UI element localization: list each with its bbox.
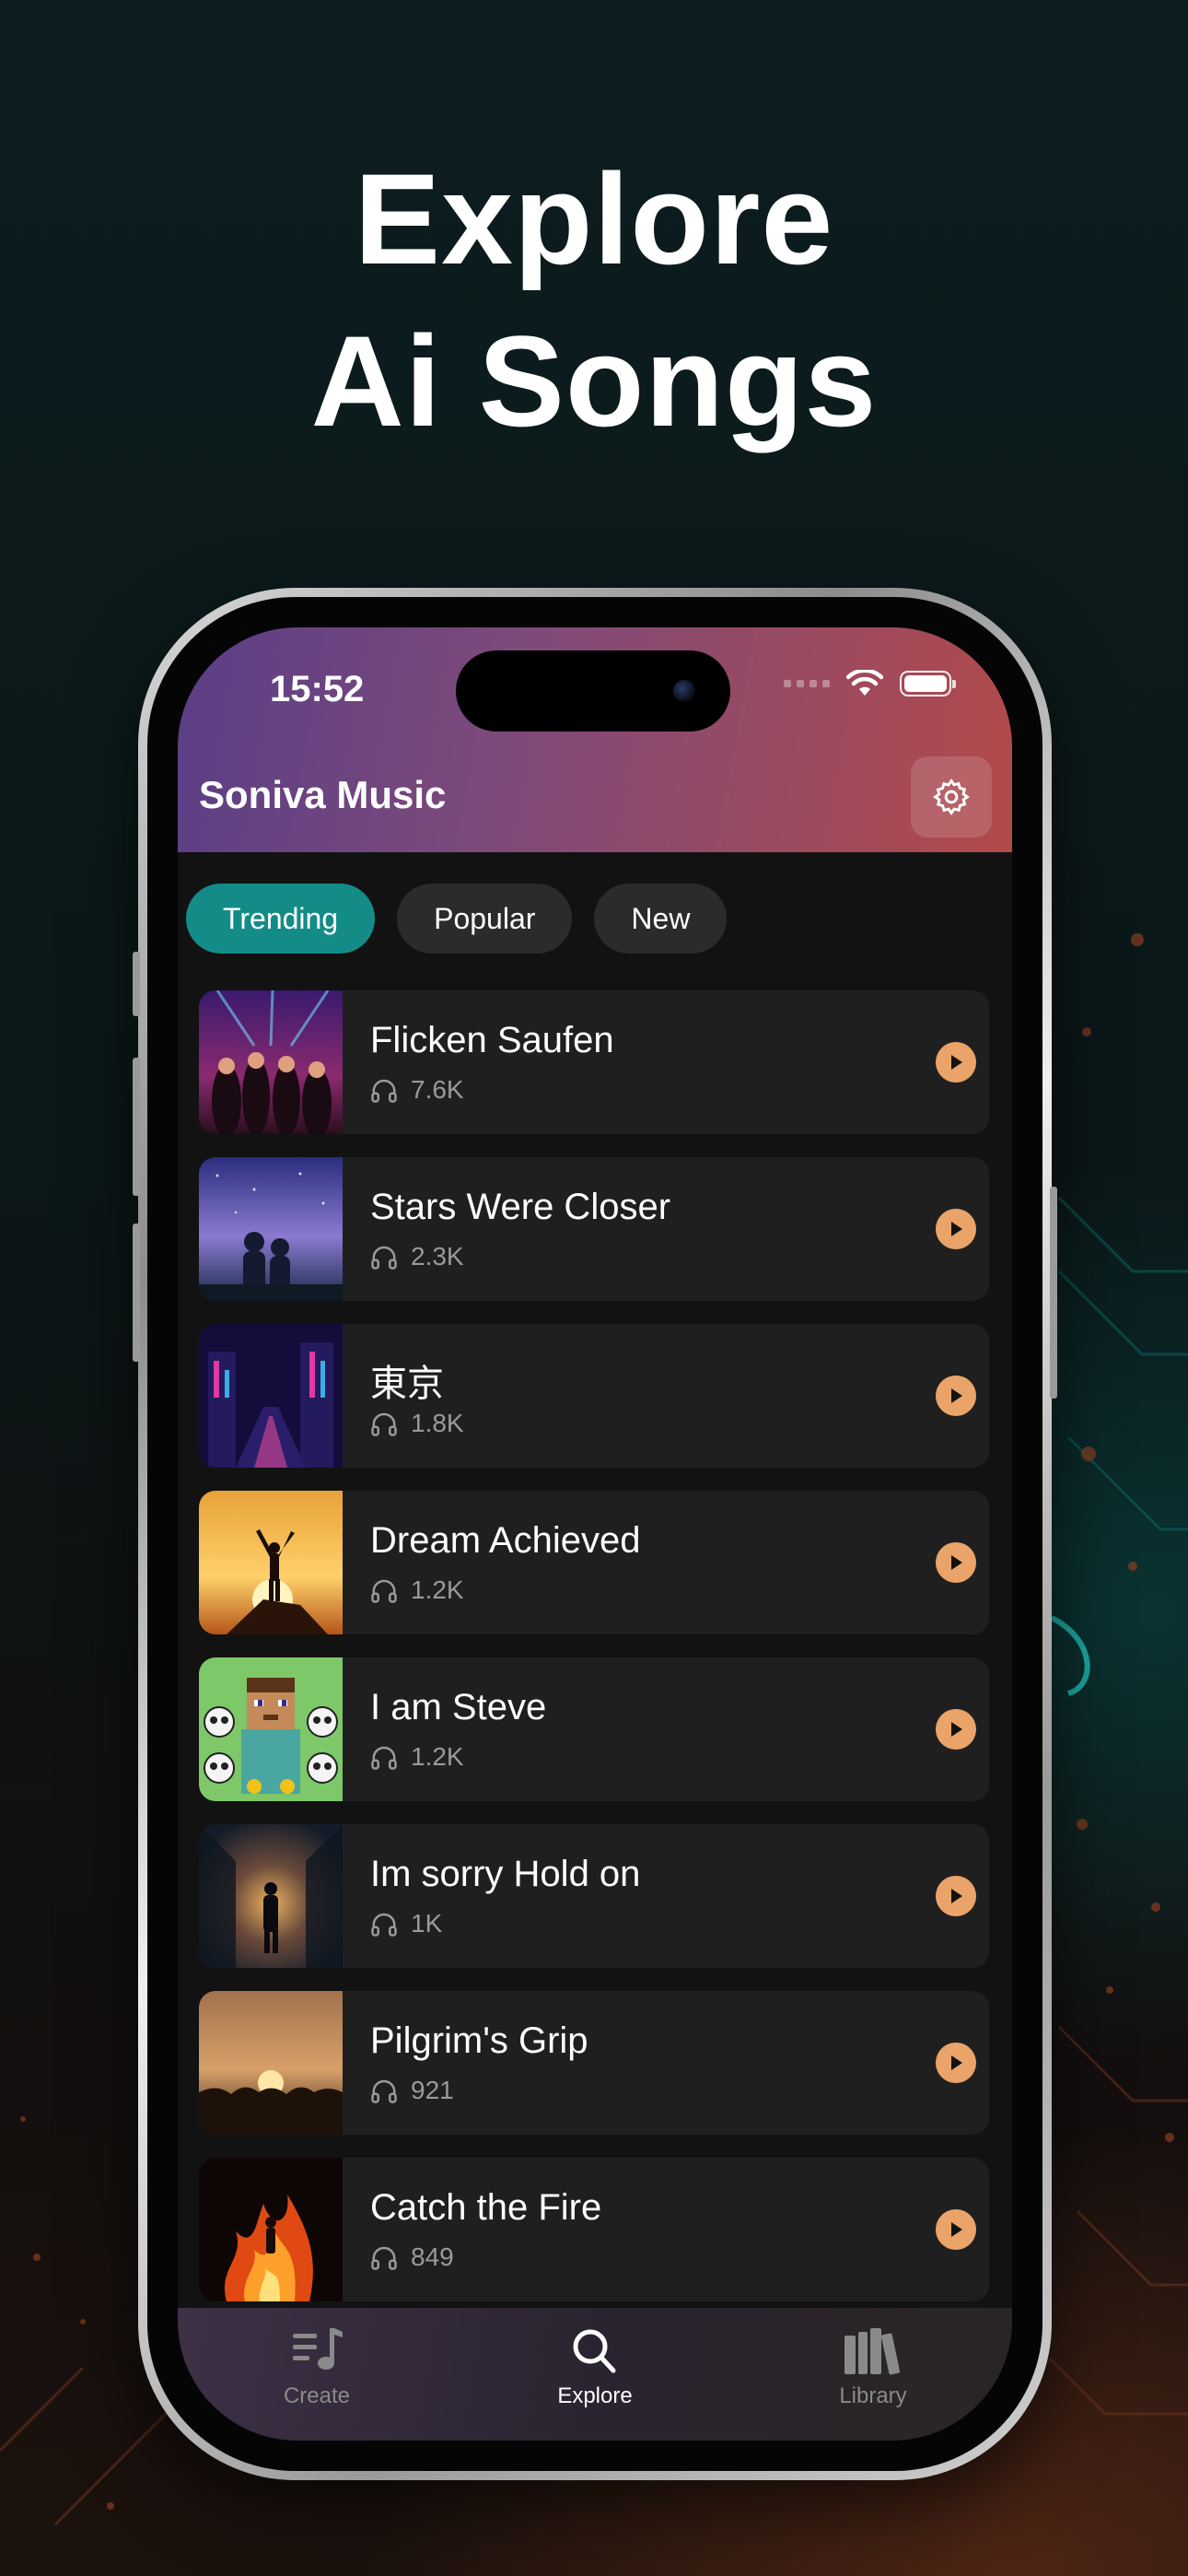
play-count-value: 1.2K — [411, 1575, 464, 1604]
song-title: Catch the Fire — [370, 2187, 602, 2228]
song-title: Flicken Saufen — [370, 1020, 614, 1060]
filter-tab-trending[interactable]: Trending — [186, 884, 376, 954]
song-row[interactable]: Flicken Saufen 7.6K — [199, 990, 989, 1134]
play-count-value: 849 — [411, 2242, 454, 2271]
song-cover-image — [199, 1991, 343, 2135]
song-title: Stars Were Closer — [370, 1187, 671, 1227]
status-time: 15:52 — [270, 669, 365, 709]
tab-create-label: Create — [283, 2383, 351, 2408]
filter-tabs: Trending Popular New — [186, 884, 728, 954]
app-header: 15:52 Soniva Music — [178, 627, 1012, 852]
play-button[interactable] — [936, 1376, 976, 1416]
song-cover-image — [199, 2158, 343, 2301]
battery-icon — [900, 671, 956, 697]
settings-button[interactable] — [911, 756, 992, 837]
app-screen: 15:52 Soniva Music Trending Popular New … — [178, 627, 1012, 2441]
song-cover-image — [199, 1491, 343, 1634]
books-icon — [844, 2328, 901, 2375]
play-button[interactable] — [936, 1542, 976, 1583]
promo-headline: Explore Ai Songs — [0, 138, 1188, 463]
play-icon — [951, 1388, 962, 1403]
song-row[interactable]: Dream Achieved 1.2K — [199, 1491, 989, 1634]
music-list-icon — [293, 2328, 343, 2370]
play-count: 1.8K — [370, 1409, 464, 1438]
headphones-icon — [371, 1412, 397, 1436]
song-row[interactable]: I am Steve 1.2K — [199, 1657, 989, 1801]
tab-library[interactable]: Library — [734, 2308, 1012, 2441]
headline-line-2: Ai Songs — [310, 309, 878, 453]
play-count: 2.3K — [370, 1242, 464, 1271]
play-count: 1K — [370, 1909, 442, 1938]
play-button[interactable] — [936, 2209, 976, 2250]
play-icon — [951, 1222, 962, 1236]
dynamic-island — [456, 650, 730, 732]
play-icon — [951, 2055, 962, 2070]
headphones-icon — [371, 2079, 397, 2103]
play-icon — [951, 1555, 962, 1570]
play-count-value: 2.3K — [411, 1242, 464, 1270]
gear-icon — [933, 779, 970, 815]
front-camera-icon — [673, 680, 695, 702]
song-cover-image — [199, 990, 343, 1134]
mute-switch — [133, 952, 140, 1016]
volume-up-button — [133, 1058, 140, 1196]
headphones-icon — [371, 1079, 397, 1103]
headphones-icon — [371, 1579, 397, 1603]
play-button[interactable] — [936, 1042, 976, 1083]
headphones-icon — [371, 1913, 397, 1937]
power-button — [1050, 1187, 1057, 1399]
filter-tab-popular[interactable]: Popular — [397, 884, 573, 954]
wifi-icon — [846, 670, 883, 696]
search-icon — [573, 2329, 616, 2373]
play-icon — [951, 1722, 962, 1737]
play-button[interactable] — [936, 2043, 976, 2083]
song-row[interactable]: Pilgrim's Grip 921 — [199, 1991, 989, 2135]
status-icons — [784, 670, 956, 697]
headphones-icon — [371, 2246, 397, 2270]
song-row[interactable]: 東京 1.8K — [199, 1324, 989, 1468]
play-icon — [951, 1055, 962, 1070]
play-button[interactable] — [936, 1876, 976, 1916]
tab-explore-label: Explore — [557, 2383, 633, 2408]
phone-frame: 15:52 Soniva Music Trending Popular New … — [133, 588, 1057, 2480]
song-cover-image — [199, 1657, 343, 1801]
song-title: Dream Achieved — [370, 1520, 641, 1561]
song-title: Pilgrim's Grip — [370, 2020, 588, 2061]
play-count-value: 921 — [411, 2076, 454, 2104]
bottom-tab-bar: Create Explore Library — [178, 2308, 1012, 2441]
headline-line-1: Explore — [354, 146, 834, 291]
headphones-icon — [371, 1746, 397, 1770]
tab-create[interactable]: Create — [178, 2308, 456, 2441]
song-cover-image — [199, 1824, 343, 1968]
tab-library-label: Library — [839, 2383, 907, 2408]
song-row[interactable]: Catch the Fire 849 — [199, 2158, 989, 2301]
song-title: 東京 — [370, 1364, 444, 1404]
headphones-icon — [371, 1246, 397, 1270]
play-count: 1.2K — [370, 1575, 464, 1605]
filter-tab-new[interactable]: New — [594, 884, 728, 954]
song-row[interactable]: Im sorry Hold on 1K — [199, 1824, 989, 1968]
play-count-value: 1K — [411, 1909, 443, 1938]
cellular-signal-icon — [784, 680, 830, 687]
song-list: Flicken Saufen 7.6K Stars Were Closer 2.… — [199, 990, 989, 2324]
app-title: Soniva Music — [199, 773, 447, 816]
play-count-value: 7.6K — [411, 1075, 464, 1104]
play-count: 849 — [370, 2242, 454, 2272]
play-icon — [951, 1889, 962, 1903]
song-cover-image — [199, 1324, 343, 1468]
song-cover-image — [199, 1157, 343, 1301]
play-icon — [951, 2222, 962, 2237]
play-count: 921 — [370, 2076, 454, 2105]
song-title: I am Steve — [370, 1687, 547, 1727]
tab-explore[interactable]: Explore — [456, 2308, 734, 2441]
play-count-value: 1.2K — [411, 1742, 464, 1771]
volume-down-button — [133, 1224, 140, 1362]
play-count: 7.6K — [370, 1075, 464, 1105]
play-count: 1.2K — [370, 1742, 464, 1772]
song-title: Im sorry Hold on — [370, 1854, 641, 1894]
play-button[interactable] — [936, 1709, 976, 1750]
play-count-value: 1.8K — [411, 1409, 464, 1437]
play-button[interactable] — [936, 1209, 976, 1249]
song-row[interactable]: Stars Were Closer 2.3K — [199, 1157, 989, 1301]
